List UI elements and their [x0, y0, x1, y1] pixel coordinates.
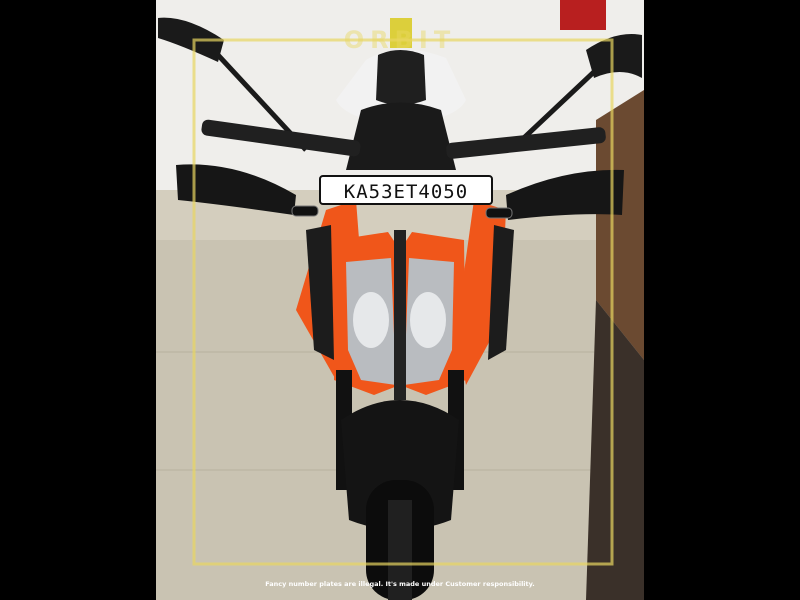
motorcycle-photo: KA53ET4050 ORBIT Fancy number plates are…	[156, 0, 644, 600]
watermark-logo: ORBIT	[343, 26, 457, 54]
disclaimer-text: Fancy number plates are illegal. It's ma…	[265, 580, 535, 588]
number-plate: KA53ET4050	[319, 175, 493, 205]
svg-text:KA53ET4050: KA53ET4050	[344, 181, 468, 203]
